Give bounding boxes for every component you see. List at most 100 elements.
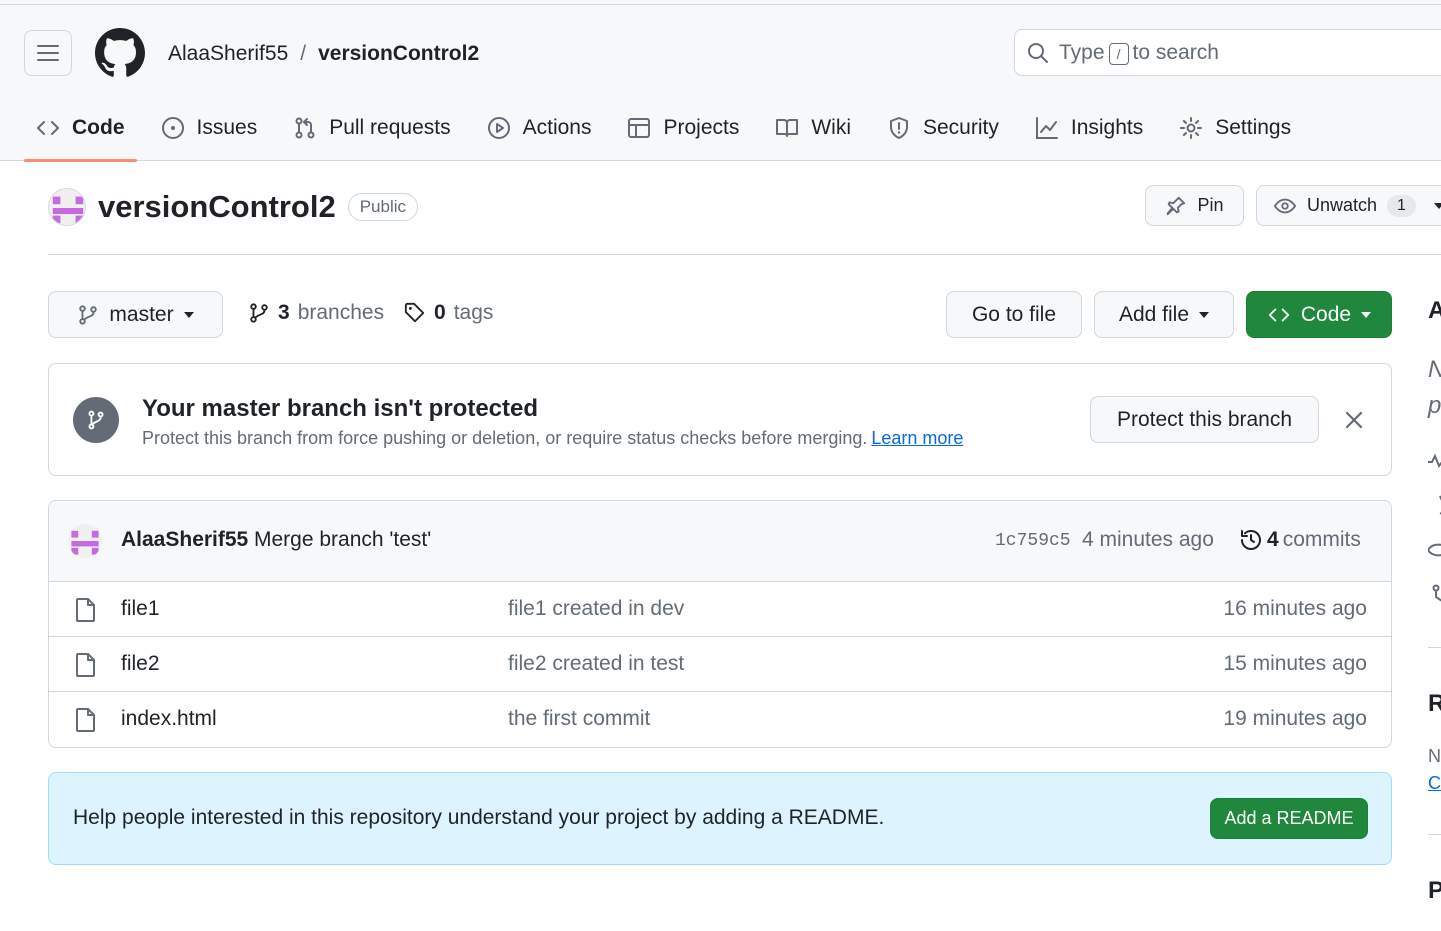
releases-heading-fragment: R (1428, 690, 1441, 717)
branches-link[interactable]: 3 branches (248, 301, 384, 325)
sidebar-divider (1428, 834, 1441, 835)
description-fragment-1: N (1428, 356, 1441, 384)
repo-tabs: Code Issues Pull requests Actions Projec… (24, 95, 1315, 162)
banner-title: Your master branch isn't protected (142, 395, 539, 422)
readme-prompt-text: Help people interested in this repositor… (73, 806, 885, 829)
hamburger-icon (37, 45, 59, 61)
file-name-link[interactable]: index.html (121, 707, 217, 731)
add-file-button[interactable]: Add file (1094, 291, 1234, 338)
add-readme-banner: Help people interested in this repositor… (48, 772, 1392, 865)
tab-code[interactable]: Code (24, 95, 137, 162)
commits-history-link[interactable]: 4 commits (1239, 528, 1361, 552)
owner-avatar[interactable] (48, 188, 86, 226)
add-readme-button[interactable]: Add a README (1210, 798, 1368, 839)
tab-label: Pull requests (329, 116, 451, 139)
watch-counter: 1 (1387, 194, 1416, 217)
avatar[interactable] (68, 524, 102, 558)
create-release-link-fragment[interactable]: C (1428, 773, 1441, 794)
file-icon (76, 598, 95, 622)
tab-settings[interactable]: Settings (1167, 95, 1303, 161)
table-row: file2 file2 created in test 15 minutes a… (49, 637, 1391, 692)
tags-link[interactable]: 0 tags (404, 301, 493, 325)
identicon-icon (68, 524, 102, 558)
learn-more-link[interactable]: Learn more (871, 428, 963, 448)
issue-icon (161, 117, 184, 139)
activity-icon (1428, 453, 1441, 469)
tab-issues[interactable]: Issues (149, 95, 270, 161)
commit-message-link[interactable]: Merge branch 'test' (254, 528, 431, 552)
commit-author-link[interactable]: AlaaSherif55 (121, 528, 248, 552)
tags-label: tags (453, 301, 494, 324)
file-name-link[interactable]: file2 (121, 652, 160, 676)
owner-link[interactable]: AlaaSherif55 (168, 41, 288, 67)
tab-projects[interactable]: Projects (615, 95, 751, 161)
close-icon[interactable] (1342, 408, 1366, 432)
repo-breadcrumb: AlaaSherif55 / versionControl2 (168, 41, 479, 67)
file-commit-time: 19 minutes ago (1223, 707, 1367, 730)
tab-security[interactable]: Security (875, 95, 1011, 161)
eye-icon (1273, 198, 1297, 213)
about-heading-fragment: A (1428, 297, 1441, 324)
tab-actions[interactable]: Actions (475, 95, 604, 161)
sidebar-divider (1428, 647, 1441, 648)
eye-icon (1428, 543, 1441, 557)
table-row: file1 file1 created in dev 16 minutes ag… (49, 582, 1391, 637)
file-commit-time: 15 minutes ago (1223, 652, 1367, 675)
description-fragment-2: p (1428, 392, 1441, 419)
graph-icon (1035, 117, 1058, 139)
chevron-down-icon (1361, 311, 1372, 318)
git-branch-icon (79, 304, 98, 325)
repo-title[interactable]: versionControl2 (98, 189, 336, 225)
fork-icon (1432, 584, 1441, 602)
shield-icon (890, 117, 908, 139)
pin-label: Pin (1197, 195, 1224, 215)
unwatch-button[interactable]: Unwatch 1 (1256, 185, 1441, 226)
table-row: index.html the first commit 19 minutes a… (49, 692, 1391, 747)
chevron-down-icon (1199, 311, 1210, 318)
tab-pull-requests[interactable]: Pull requests (281, 95, 462, 161)
branches-label: branches (297, 301, 385, 324)
code-dropdown-button[interactable]: Code (1246, 291, 1392, 338)
gear-icon (1180, 117, 1203, 139)
commit-sha-link[interactable]: 1c759c5 (995, 531, 1071, 551)
tab-label: Projects (663, 116, 740, 139)
branch-selector[interactable]: master (48, 291, 223, 338)
tab-label: Security (923, 116, 999, 139)
add-file-label: Add file (1118, 302, 1190, 326)
banner-description: Protect this branch from force pushing o… (142, 428, 963, 449)
tab-label: Issues (196, 116, 258, 139)
branch-protection-banner: Your master branch isn't protected Prote… (48, 363, 1392, 476)
code-label: Code (1300, 302, 1352, 326)
latest-commit-bar: AlaaSherif55 Merge branch 'test' 1c759c5… (49, 501, 1391, 582)
packages-heading-fragment: P (1428, 877, 1441, 904)
releases-note-fragment: N (1428, 746, 1441, 766)
go-to-file-button[interactable]: Go to file (946, 291, 1082, 338)
code-icon (1268, 308, 1289, 321)
file-name-link[interactable]: file1 (121, 597, 160, 621)
code-icon (37, 121, 59, 135)
tag-icon (404, 302, 425, 323)
file-commit-message-link[interactable]: the first commit (508, 707, 650, 731)
file-icon (76, 653, 95, 677)
tab-insights[interactable]: Insights (1023, 95, 1155, 161)
pin-button[interactable]: Pin (1145, 185, 1244, 226)
branch-name: master (109, 302, 174, 326)
tab-label: Wiki (811, 116, 851, 139)
tab-label: Insights (1070, 116, 1144, 139)
identicon-icon (49, 189, 85, 225)
repo-name-link[interactable]: versionControl2 (318, 41, 479, 67)
unwatch-label: Unwatch (1307, 195, 1378, 215)
tags-count: 0 (434, 301, 446, 324)
pin-icon (1167, 196, 1186, 215)
file-commit-message-link[interactable]: file1 created in dev (508, 597, 684, 621)
tab-wiki[interactable]: Wiki (763, 95, 863, 161)
search-icon (1028, 42, 1048, 63)
protect-branch-button[interactable]: Protect this branch (1090, 396, 1319, 443)
pull-request-icon (295, 117, 315, 139)
hamburger-menu-button[interactable] (24, 30, 72, 76)
github-logo-icon[interactable] (95, 28, 145, 78)
banner-description-text: Protect this branch from force pushing o… (142, 428, 868, 448)
play-icon (487, 117, 510, 139)
search-input[interactable]: Type / to search (1014, 29, 1441, 76)
file-commit-message-link[interactable]: file2 created in test (508, 652, 684, 676)
